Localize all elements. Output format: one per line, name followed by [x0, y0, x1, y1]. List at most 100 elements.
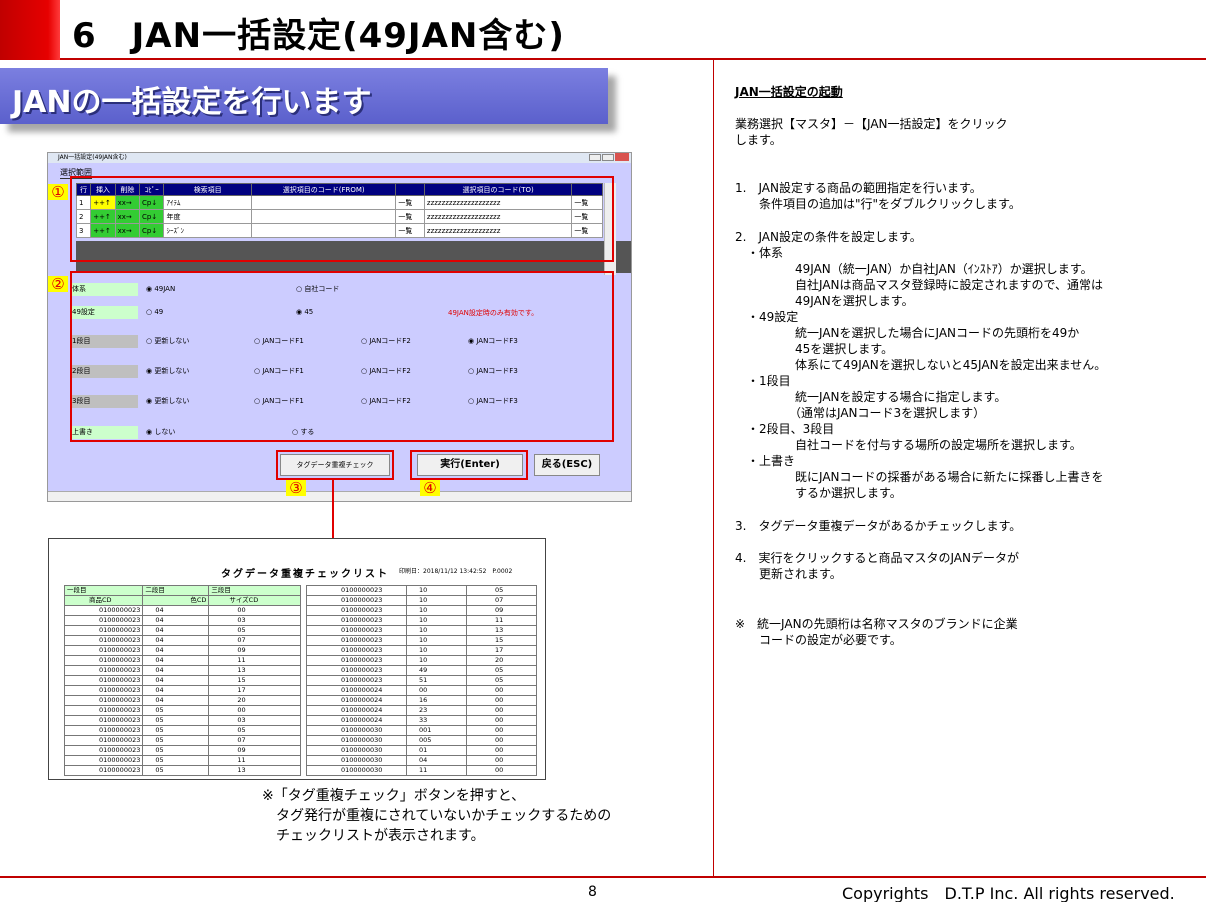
- ck-cell: 00: [466, 725, 537, 736]
- ck-cell: 0100000023: [63, 655, 144, 666]
- ck-row: 0100000023 10 05: [306, 585, 537, 596]
- ck-cell: 13: [466, 625, 537, 636]
- ck-cell: 0100000030: [306, 725, 407, 736]
- ck-row: 0100000023 04 09: [63, 645, 302, 656]
- ck-cell: 04: [142, 605, 210, 616]
- ck-cell: 0100000023: [63, 745, 144, 756]
- ck-row: 0100000023 49 05: [306, 665, 537, 676]
- ck-cell: 0100000030: [306, 745, 407, 756]
- ck-cell: 10: [406, 615, 467, 626]
- ck-cell: 10: [406, 605, 467, 616]
- close-icon[interactable]: [615, 153, 629, 161]
- ck-cell: 05: [466, 665, 537, 676]
- ck-cell: 05: [142, 705, 210, 716]
- right-intro: 業務選択【マスタ】－【JAN一括設定】をクリック します。: [735, 117, 1008, 147]
- ck-cell: 05: [142, 725, 210, 736]
- ck-cell: 05: [142, 755, 210, 766]
- status-bar: [48, 491, 631, 501]
- ck-cell: 05: [142, 735, 210, 746]
- checklist-title: タグデータ重複チェックリスト: [221, 569, 389, 580]
- ck-row: 0100000023 10 17: [306, 645, 537, 656]
- ck-cell: 13: [208, 665, 302, 676]
- ck-row: 0100000024 23 00: [306, 705, 537, 716]
- header-accent: [0, 0, 60, 60]
- ck-cell: 10: [406, 635, 467, 646]
- ck-row: 0100000023 05 00: [63, 705, 302, 716]
- ck-cell: 09: [208, 645, 302, 656]
- checklist-left-table: 一段目 二段目 三段目 商品CD 色CD サイズCD 0100000023 04 0…: [63, 585, 302, 776]
- ck-cell: 04: [406, 755, 467, 766]
- ck-cell: 49: [406, 665, 467, 676]
- highlight-box-settings: [70, 271, 614, 442]
- ck-cell: 0100000024: [306, 715, 407, 726]
- ck-cell: 0100000023: [306, 665, 407, 676]
- ck-cell: 0100000023: [306, 645, 407, 656]
- ck-cell: 05: [142, 745, 210, 756]
- ck-cell: 0100000024: [306, 685, 407, 696]
- tag-check-note: ※「タグ重複チェック」ボタンを押すと、 タグ発行が重複にされていないかチェックす…: [262, 788, 612, 844]
- ck-cell: 0100000030: [306, 765, 407, 776]
- maximize-icon[interactable]: [602, 154, 614, 161]
- ck-cell: 0100000024: [306, 705, 407, 716]
- ck-cell: 11: [466, 615, 537, 626]
- section-banner: JANの一括設定を行います: [0, 68, 608, 124]
- ck-cell: 09: [208, 745, 302, 756]
- ck-cell: 04: [142, 625, 210, 636]
- ck-cell: 0100000023: [63, 605, 144, 616]
- ck-header: 一段目: [63, 585, 144, 596]
- ck-cell: 04: [142, 655, 210, 666]
- back-button[interactable]: 戻る(ESC): [534, 454, 600, 476]
- ck-cell: 51: [406, 675, 467, 686]
- ck-cell: 00: [466, 755, 537, 766]
- ck-cell: 20: [208, 695, 302, 706]
- ck-cell: 07: [466, 595, 537, 606]
- ck-cell: 0100000023: [306, 625, 407, 636]
- copyright: Copyrights D.T.P Inc. All rights reserve…: [842, 884, 1175, 902]
- ck-header: 商品CD: [63, 595, 144, 606]
- ck-header: 二段目: [142, 585, 210, 596]
- page-number: 8: [588, 884, 597, 900]
- ck-header: サイズCD: [208, 595, 302, 606]
- right-step3: 3. タグデータ重複データがあるかチェックします。: [735, 519, 1022, 533]
- ck-row: 0100000030 11 00: [306, 765, 537, 776]
- ck-row: 0100000023 10 13: [306, 625, 537, 636]
- ck-cell: 0100000023: [306, 655, 407, 666]
- column-divider: [713, 60, 714, 876]
- ck-cell: 0100000023: [63, 705, 144, 716]
- marker-4: ④: [420, 480, 440, 496]
- ck-cell: 0100000024: [306, 695, 407, 706]
- ck-cell: 00: [466, 695, 537, 706]
- ck-cell: 005: [406, 735, 467, 746]
- ck-cell: 0100000023: [63, 725, 144, 736]
- ck-cell: 07: [208, 735, 302, 746]
- ck-cell: 07: [208, 635, 302, 646]
- ck-cell: 0100000023: [63, 675, 144, 686]
- ck-cell: 00: [466, 705, 537, 716]
- ck-cell: 04: [142, 685, 210, 696]
- banner-text: JANの一括設定を行います: [12, 85, 372, 120]
- highlight-box-execute: [410, 450, 528, 480]
- ck-cell: 0100000023: [63, 665, 144, 676]
- ck-cell: 0100000023: [63, 625, 144, 636]
- highlight-box-range: [70, 176, 614, 262]
- ck-cell: 17: [208, 685, 302, 696]
- ck-row: 0100000023 10 09: [306, 605, 537, 616]
- ck-cell: 10: [406, 585, 467, 596]
- checklist-right-table: 0100000023 10 05 0100000023 10 07 0100000023 10…: [306, 585, 537, 776]
- ck-cell: 05: [466, 675, 537, 686]
- ck-row: 0100000024 00 00: [306, 685, 537, 696]
- header-divider: [60, 58, 1206, 60]
- ck-row: 0100000030 001 00: [306, 725, 537, 736]
- ck-cell: 0100000023: [63, 765, 144, 776]
- ck-row: 0100000023 04 07: [63, 635, 302, 646]
- ck-row: 0100000023 04 17: [63, 685, 302, 696]
- ck-row: 0100000023 04 05: [63, 625, 302, 636]
- ck-cell: 11: [406, 765, 467, 776]
- ck-cell: 0100000023: [306, 595, 407, 606]
- minimize-icon[interactable]: [589, 154, 601, 161]
- ck-row: 0100000023 05 03: [63, 715, 302, 726]
- ck-row: 0100000030 005 00: [306, 735, 537, 746]
- ck-cell: 10: [406, 625, 467, 636]
- ck-cell: 04: [142, 645, 210, 656]
- ck-cell: 0100000023: [63, 715, 144, 726]
